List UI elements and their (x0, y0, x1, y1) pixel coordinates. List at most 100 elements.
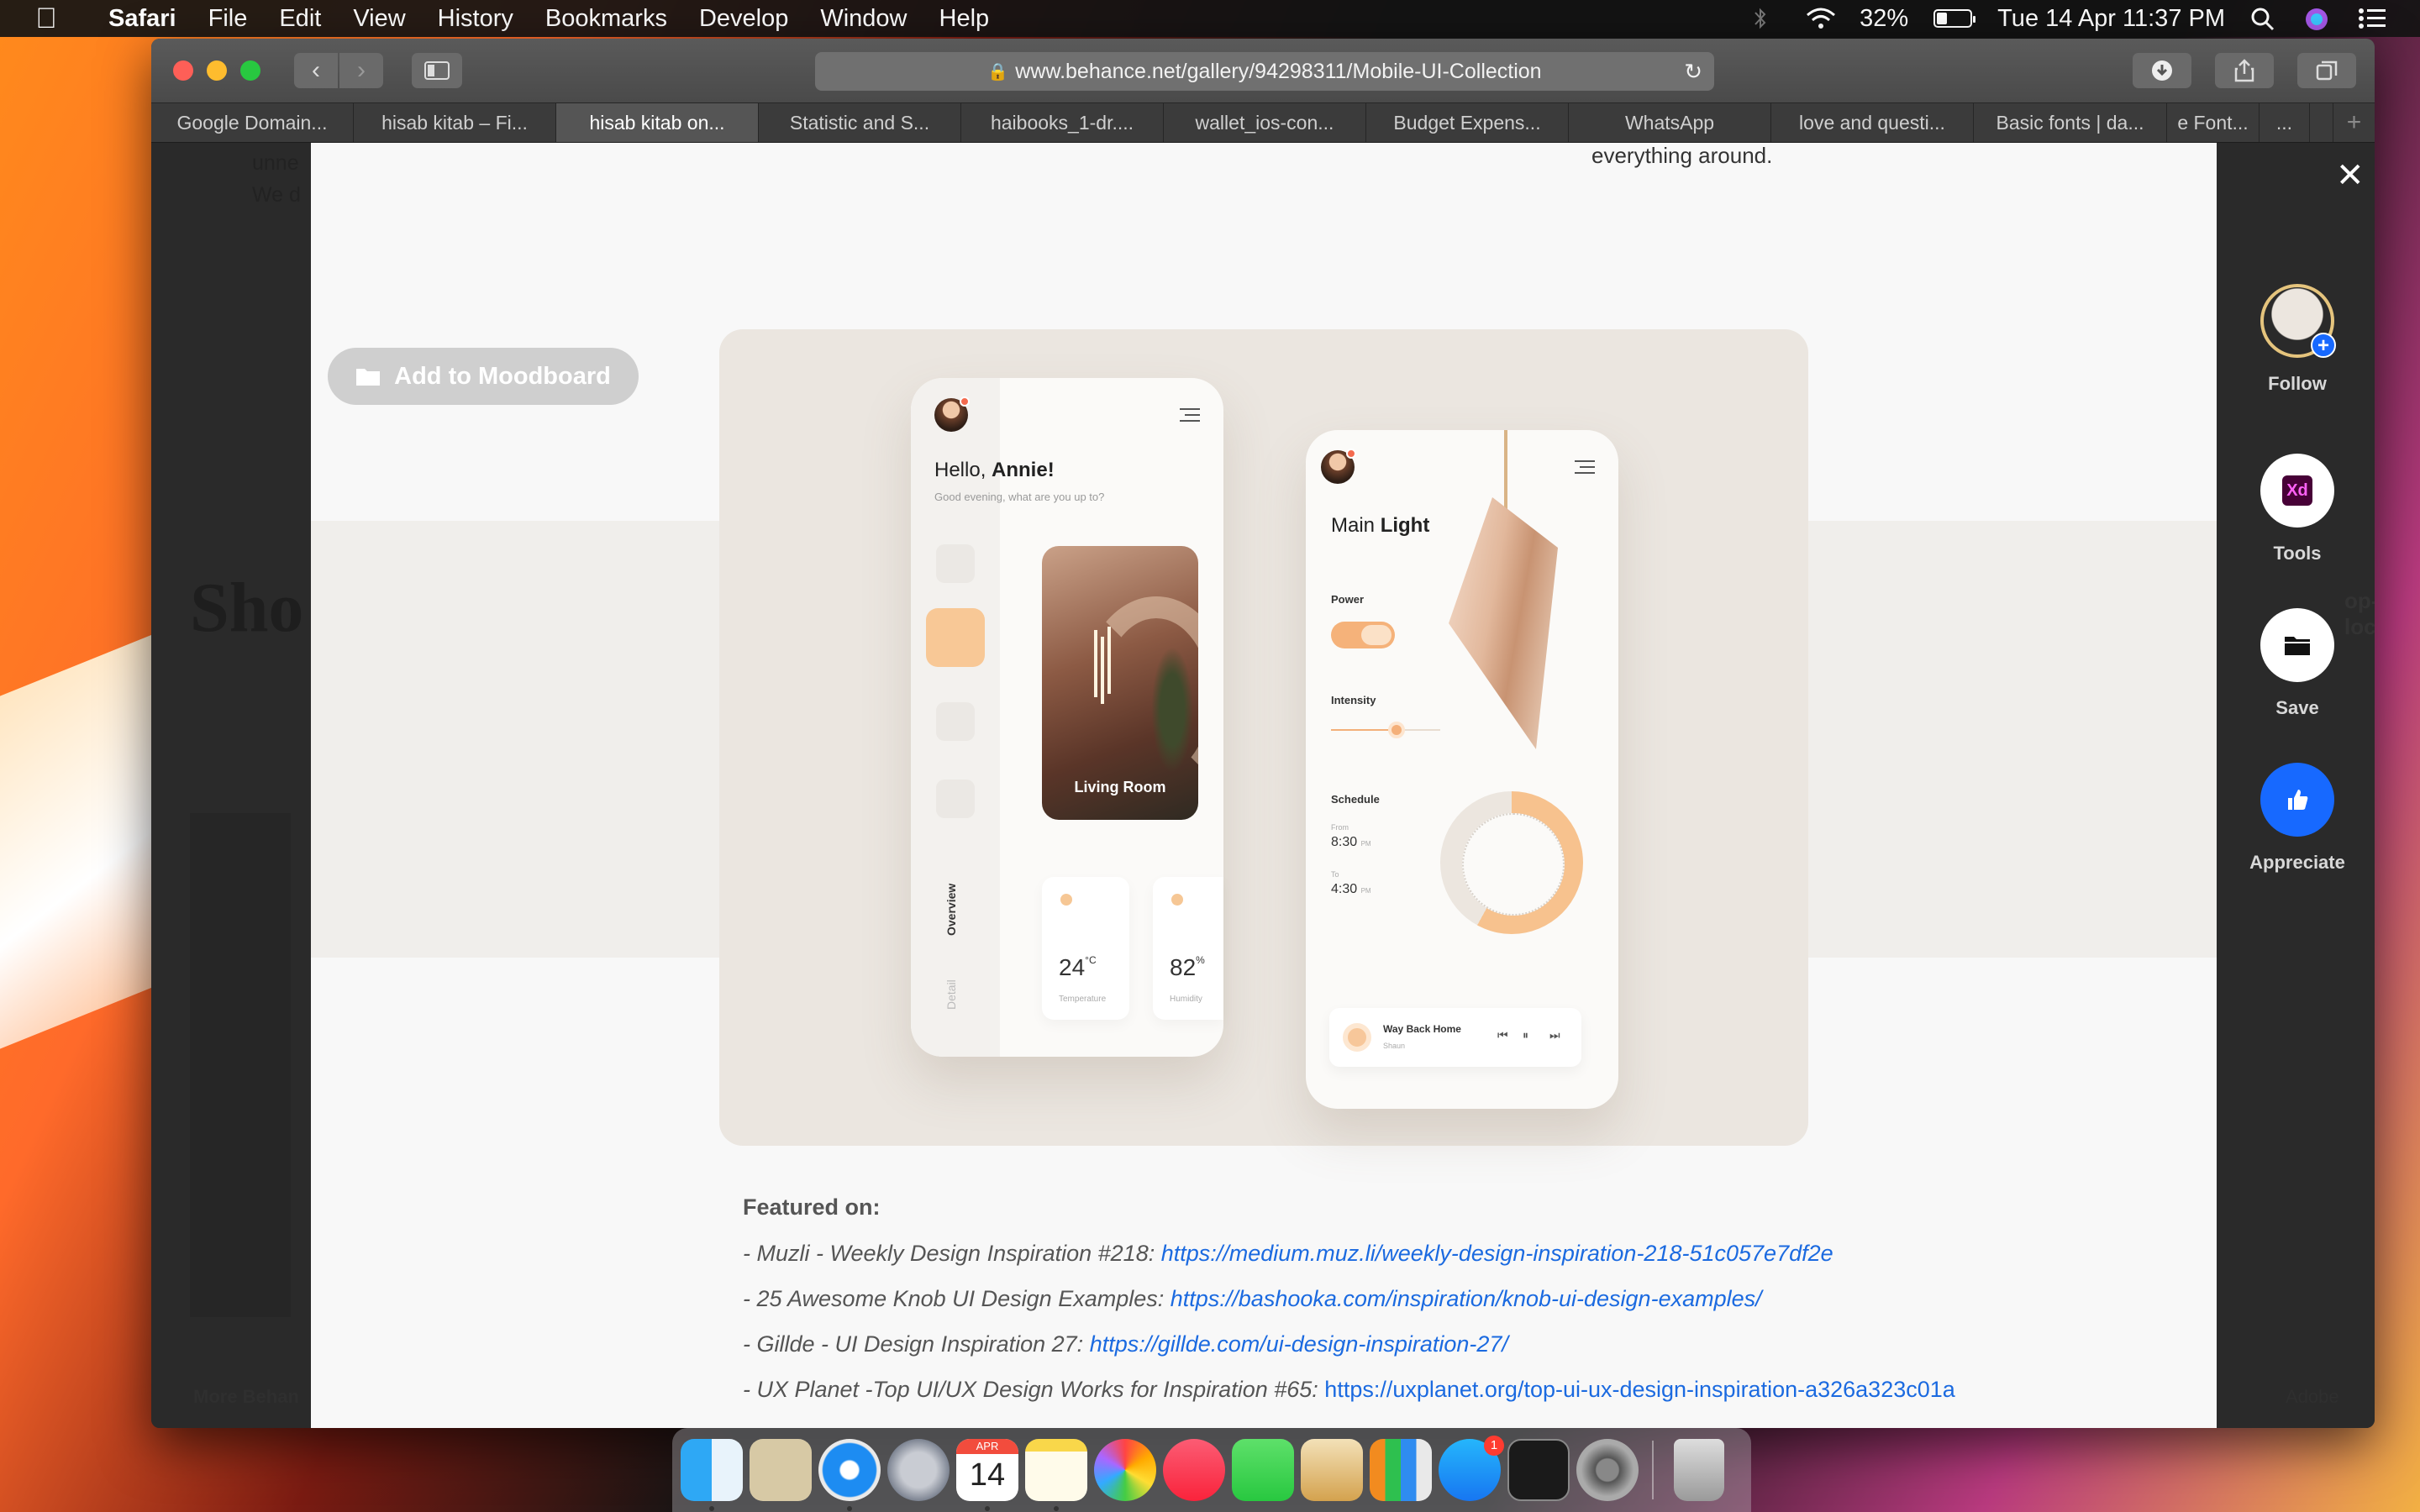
battery-percent: 32% (1860, 4, 1909, 32)
song-title: Way Back Home (1383, 1023, 1461, 1035)
bluetooth-icon[interactable] (1752, 7, 1781, 30)
save-button[interactable] (2260, 608, 2334, 682)
tab[interactable]: haibooks_1-dr.... (961, 103, 1164, 142)
bird-app-icon[interactable] (750, 1439, 812, 1501)
room-photo-lamp (1094, 630, 1097, 697)
tab[interactable]: hisab kitab – Fi... (354, 103, 556, 142)
follow-action[interactable]: + Follow (2227, 284, 2368, 395)
downloads-button[interactable] (2133, 53, 2191, 88)
menu-file[interactable]: File (192, 5, 264, 33)
bed-icon (936, 702, 975, 741)
reload-icon[interactable]: ↻ (1684, 59, 1702, 85)
add-to-moodboard-button[interactable]: Add to Moodboard (328, 348, 639, 405)
owner-avatar[interactable]: + (2260, 284, 2336, 358)
menu-window[interactable]: Window (804, 5, 923, 33)
featured-on-section: Featured on: - Muzli - Weekly Design Ins… (743, 1194, 1955, 1422)
previous-track-icon: ⏮ (1497, 1028, 1508, 1042)
clock[interactable]: Tue 14 Apr 11:37 PM (1997, 5, 2225, 33)
next-track-icon: ⏭ (1549, 1028, 1560, 1042)
tools-action[interactable]: Xd Tools (2227, 454, 2368, 564)
menu-help[interactable]: Help (923, 5, 1006, 33)
song-artist: Shaun (1383, 1042, 1406, 1050)
status-area: 32% Tue 14 Apr 11:37 PM (1752, 0, 2420, 37)
activity-monitor-icon[interactable] (1507, 1439, 1570, 1501)
siri-icon[interactable] (2304, 7, 2333, 30)
sofa-icon (926, 608, 985, 667)
pages-icon[interactable] (1301, 1439, 1363, 1501)
tab-active[interactable]: hisab kitab on... (556, 103, 759, 142)
featured-item: - UX Planet -Top UI/UX Design Works for … (743, 1377, 1955, 1402)
featured-link[interactable]: https://bashooka.com/inspiration/knob-ui… (1171, 1286, 1762, 1311)
adobe-xd-icon: Xd (2282, 475, 2312, 506)
menu-edit[interactable]: Edit (263, 5, 337, 33)
tab[interactable]: ... (2260, 103, 2310, 142)
featured-link[interactable]: https://medium.muz.li/weekly-design-insp… (1161, 1241, 1833, 1266)
featured-heading: Featured on: (743, 1194, 881, 1220)
tab[interactable]: WhatsApp (1569, 103, 1771, 142)
appreciate-action[interactable]: Appreciate (2227, 763, 2368, 874)
safari-window: ‹ › 🔒 www.behance.net/gallery/94298311/M… (151, 39, 2375, 1428)
launchpad-icon[interactable] (887, 1439, 950, 1501)
tab-overview-button[interactable] (2297, 53, 2356, 88)
power-toggle (1331, 622, 1395, 648)
minimize-window-button[interactable] (207, 60, 227, 81)
wifi-icon[interactable] (1806, 7, 1836, 30)
intensity-slider-fill (1331, 729, 1397, 731)
trash-icon[interactable] (1674, 1439, 1724, 1501)
safari-icon[interactable] (818, 1439, 881, 1511)
menu-develop[interactable]: Develop (683, 5, 804, 33)
menu-bookmarks[interactable]: Bookmarks (529, 5, 683, 33)
intensity-slider (1331, 722, 1440, 738)
menu-history[interactable]: History (422, 5, 529, 33)
new-tab-button[interactable]: + (2333, 103, 2375, 142)
menu-icon (1573, 460, 1595, 475)
calendar-icon[interactable]: APR 14 (956, 1439, 1018, 1511)
facetime-icon[interactable] (1232, 1439, 1294, 1501)
notes-icon[interactable] (1025, 1439, 1087, 1511)
user-avatar (1321, 449, 1356, 484)
apple-menu-icon[interactable]:  (0, 3, 92, 35)
numbers-icon[interactable] (1370, 1439, 1432, 1501)
photos-icon[interactable] (1094, 1439, 1156, 1501)
menu-app-name[interactable]: Safari (92, 5, 192, 33)
app-store-icon[interactable]: 1 (1439, 1436, 1504, 1501)
tab[interactable]: Statistic and S... (759, 103, 961, 142)
power-label: Power (1331, 593, 1365, 606)
featured-item: - Gillde - UI Design Inspiration 27: htt… (743, 1331, 1508, 1357)
dock-separator (1652, 1441, 1654, 1499)
tab[interactable]: Budget Expens... (1366, 103, 1569, 142)
droplets-icon (1171, 894, 1183, 906)
back-button[interactable]: ‹ (294, 53, 338, 88)
share-button[interactable] (2215, 53, 2274, 88)
tab[interactable]: love and questi... (1771, 103, 1974, 142)
tab[interactable]: wallet_ios-con... (1164, 103, 1366, 142)
battery-icon[interactable] (1933, 9, 1976, 28)
zoom-window-button[interactable] (240, 60, 260, 81)
forward-button[interactable]: › (339, 53, 383, 88)
close-window-button[interactable] (173, 60, 193, 81)
url-text: www.behance.net/gallery/94298311/Mobile-… (1015, 59, 1542, 83)
spotlight-search-icon[interactable] (2250, 7, 2279, 31)
music-icon[interactable] (1163, 1439, 1225, 1501)
tab[interactable]: Basic fonts | da... (1974, 103, 2167, 142)
finder-icon[interactable] (681, 1439, 743, 1511)
featured-link[interactable]: https://uxplanet.org/top-ui-ux-design-in… (1324, 1377, 1954, 1402)
album-disc-icon (1343, 1023, 1371, 1052)
featured-link[interactable]: https://gillde.com/ui-design-inspiration… (1090, 1331, 1508, 1357)
system-preferences-icon[interactable] (1576, 1439, 1639, 1501)
appreciate-button[interactable] (2260, 763, 2334, 837)
tools-button[interactable]: Xd (2260, 454, 2334, 528)
background-text-line: We d (252, 183, 301, 207)
follow-plus-icon: + (2311, 333, 2336, 358)
tab[interactable]: e Font... (2167, 103, 2260, 142)
address-bar[interactable]: 🔒 www.behance.net/gallery/94298311/Mobil… (815, 52, 1714, 91)
dock: APR 14 1 (672, 1428, 1751, 1512)
tab[interactable]: Google Domain... (151, 103, 354, 142)
sidebar-toggle-button[interactable] (412, 53, 462, 88)
menu-view[interactable]: View (337, 5, 421, 33)
close-lightbox-button[interactable]: ✕ (2336, 156, 2365, 195)
save-action[interactable]: Save (2227, 608, 2368, 719)
download-icon (2152, 60, 2172, 81)
pause-icon: ⏸ (1523, 1028, 1528, 1042)
notification-center-icon[interactable] (2358, 7, 2386, 30)
